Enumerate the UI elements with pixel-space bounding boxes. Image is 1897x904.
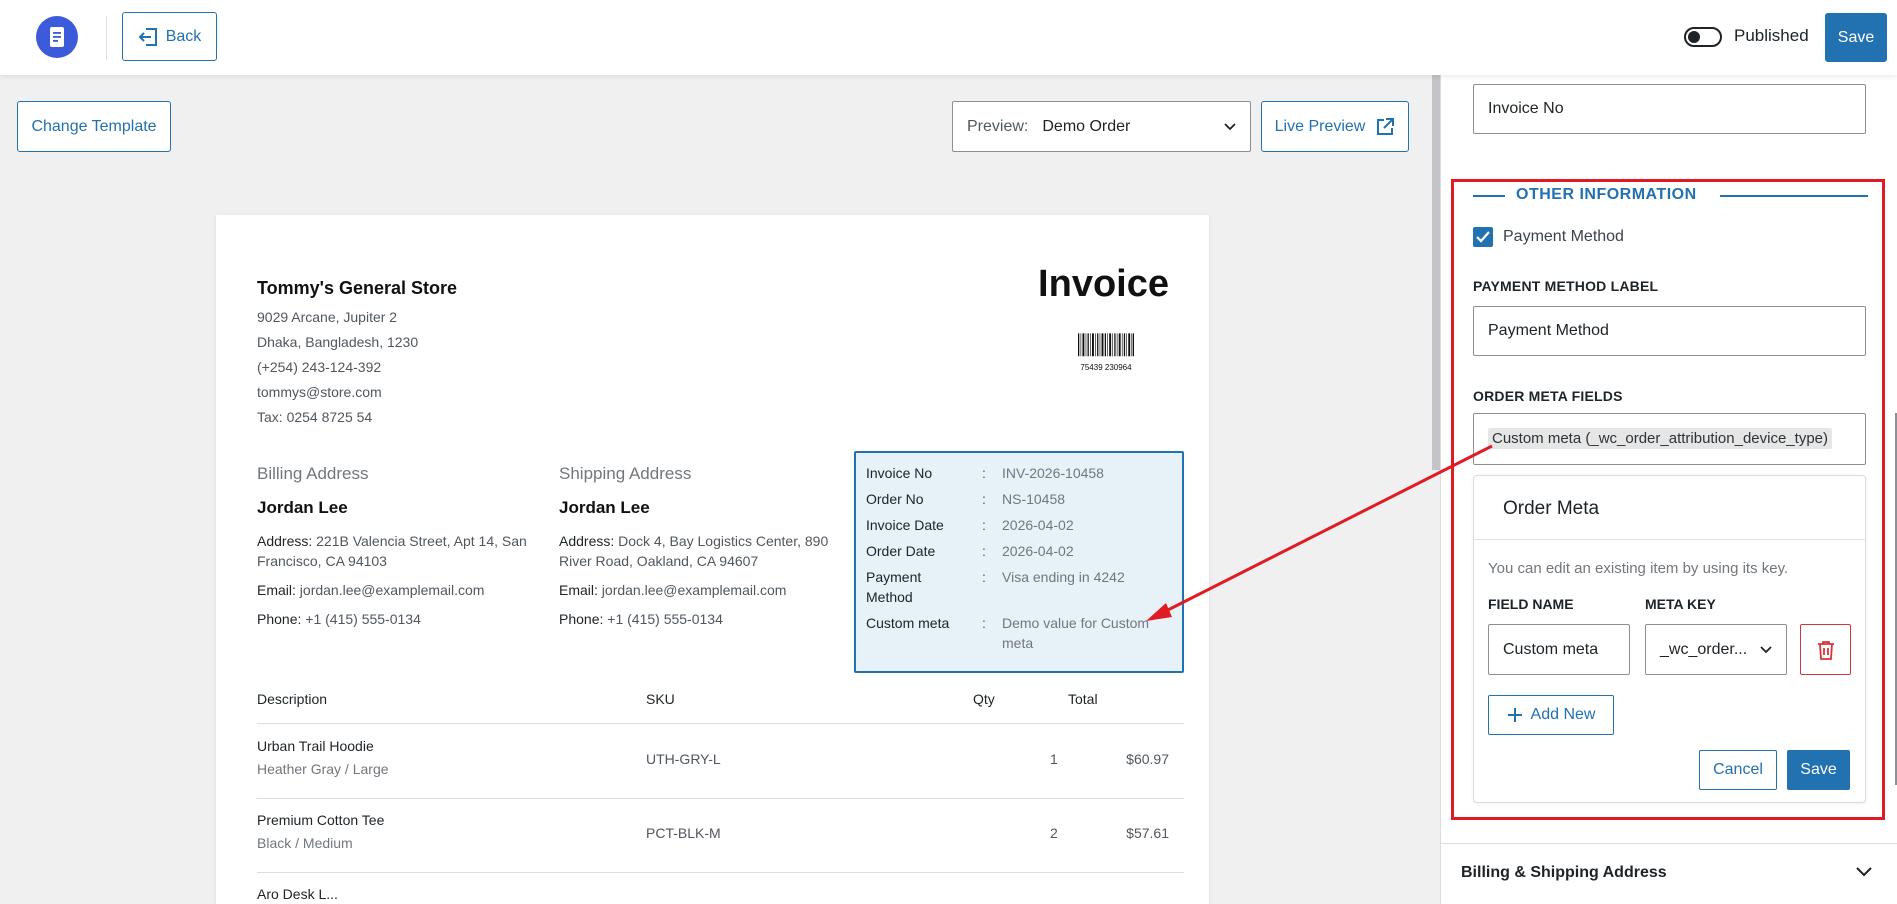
save-button[interactable]: Save [1825,13,1887,62]
billing-email: Email: jordan.lee@examplemail.com [257,582,485,598]
meta-key-value: _wc_order... [1660,640,1748,658]
store-tax: Tax: 0254 8725 54 [257,409,373,425]
column-qty: Qty [973,691,995,707]
chevron-down-icon [1760,645,1772,653]
order-meta-title: Order Meta [1503,498,1600,519]
store-address-line-2: Dhaka, Bangladesh, 1230 [257,334,419,350]
meta-key-label: META KEY [1645,596,1716,612]
document-icon [50,27,64,47]
cancel-button[interactable]: Cancel [1699,750,1777,790]
billing-name: Jordan Lee [257,498,348,517]
toolbar-divider [106,16,107,60]
store-phone: (+254) 243-124-392 [257,359,382,375]
store-email: tommys@store.com [257,384,382,400]
other-information-heading: OTHER INFORMATION [1473,186,1868,206]
app-logo[interactable] [36,16,78,58]
back-arrow-icon [138,27,157,46]
invoice-no-label-input[interactable]: Invoice No [1473,84,1866,134]
billing-phone: Phone: +1 (415) 555-0134 [257,611,421,627]
column-sku: SKU [646,691,675,707]
preview-select-value: Demo Order [1042,117,1131,135]
back-button[interactable]: Back [122,12,217,61]
store-name: Tommy's General Store [257,278,458,298]
payment-method-label-input[interactable]: Payment Method [1473,306,1866,356]
order-meta-card: Order Meta You can edit an existing item… [1473,475,1866,803]
plus-icon [1507,708,1522,722]
add-new-button[interactable]: Add New [1488,695,1614,735]
accordion-divider [1441,843,1897,844]
add-new-label: Add New [1530,706,1596,723]
live-preview-label: Live Preview [1274,117,1366,135]
order-meta-divider [1474,539,1865,540]
invoice-meta-box: Invoice No: INV-2026-10458 Order No: NS-10… [854,451,1184,673]
order-meta-fields-title: ORDER META FIELDS [1473,388,1623,404]
checkmark-icon [1476,231,1490,243]
canvas-scrollbar[interactable] [1432,75,1440,470]
billing-address-title: Billing Address [257,464,369,483]
payment-method-label-title: PAYMENT METHOD LABEL [1473,278,1659,294]
table-divider [257,798,1184,799]
shipping-name: Jordan Lee [559,498,650,517]
payment-method-checkbox[interactable] [1473,227,1493,247]
order-meta-fields-input[interactable]: Custom meta (_wc_order_attribution_devic… [1473,413,1866,465]
published-label: Published [1734,26,1809,45]
preview-order-select[interactable]: Preview: Demo Order [952,101,1251,152]
payment-method-checkbox-label[interactable]: Payment Method [1503,228,1624,246]
billing-address: Address: 221B Valencia Street, Apt 14, S… [257,533,527,569]
table-divider [257,872,1184,873]
barcode-number: 75439 230964 [1078,363,1134,372]
published-toggle[interactable] [1684,27,1722,47]
billing-shipping-accordion[interactable]: Billing & Shipping Address [1461,864,1667,882]
table-divider [257,723,1184,724]
order-meta-save-button[interactable]: Save [1787,750,1850,790]
change-template-button[interactable]: Change Template [17,101,171,152]
external-link-icon [1377,117,1395,135]
back-label: Back [165,27,202,45]
preview-select-label: Preview: [967,117,1029,135]
store-address-line-1: 9029 Arcane, Jupiter 2 [257,309,398,325]
delete-button[interactable] [1800,624,1851,675]
order-meta-help-text: You can edit an existing item by using i… [1488,560,1789,577]
shipping-address: Address: Dock 4, Bay Logistics Center, 8… [559,533,829,569]
top-bar: Back Published Save [0,0,1897,75]
field-name-input[interactable]: Custom meta [1488,624,1630,675]
invoice-preview: Tommy's General Store 9029 Arcane, Jupit… [216,215,1209,904]
shipping-phone: Phone: +1 (415) 555-0134 [559,611,723,627]
shipping-address-title: Shipping Address [559,464,692,483]
column-description: Description [257,691,328,707]
trash-icon [1817,640,1834,660]
field-name-label: FIELD NAME [1488,596,1574,612]
chevron-down-icon[interactable] [1855,866,1873,878]
shipping-email: Email: jordan.lee@examplemail.com [559,582,787,598]
order-meta-tag[interactable]: Custom meta (_wc_order_attribution_devic… [1488,428,1832,449]
live-preview-button[interactable]: Live Preview [1261,101,1409,152]
column-total: Total [1068,691,1098,707]
invoice-title: Invoice [1038,263,1169,305]
chevron-down-icon [1224,122,1236,130]
meta-key-select[interactable]: _wc_order... [1645,624,1787,675]
